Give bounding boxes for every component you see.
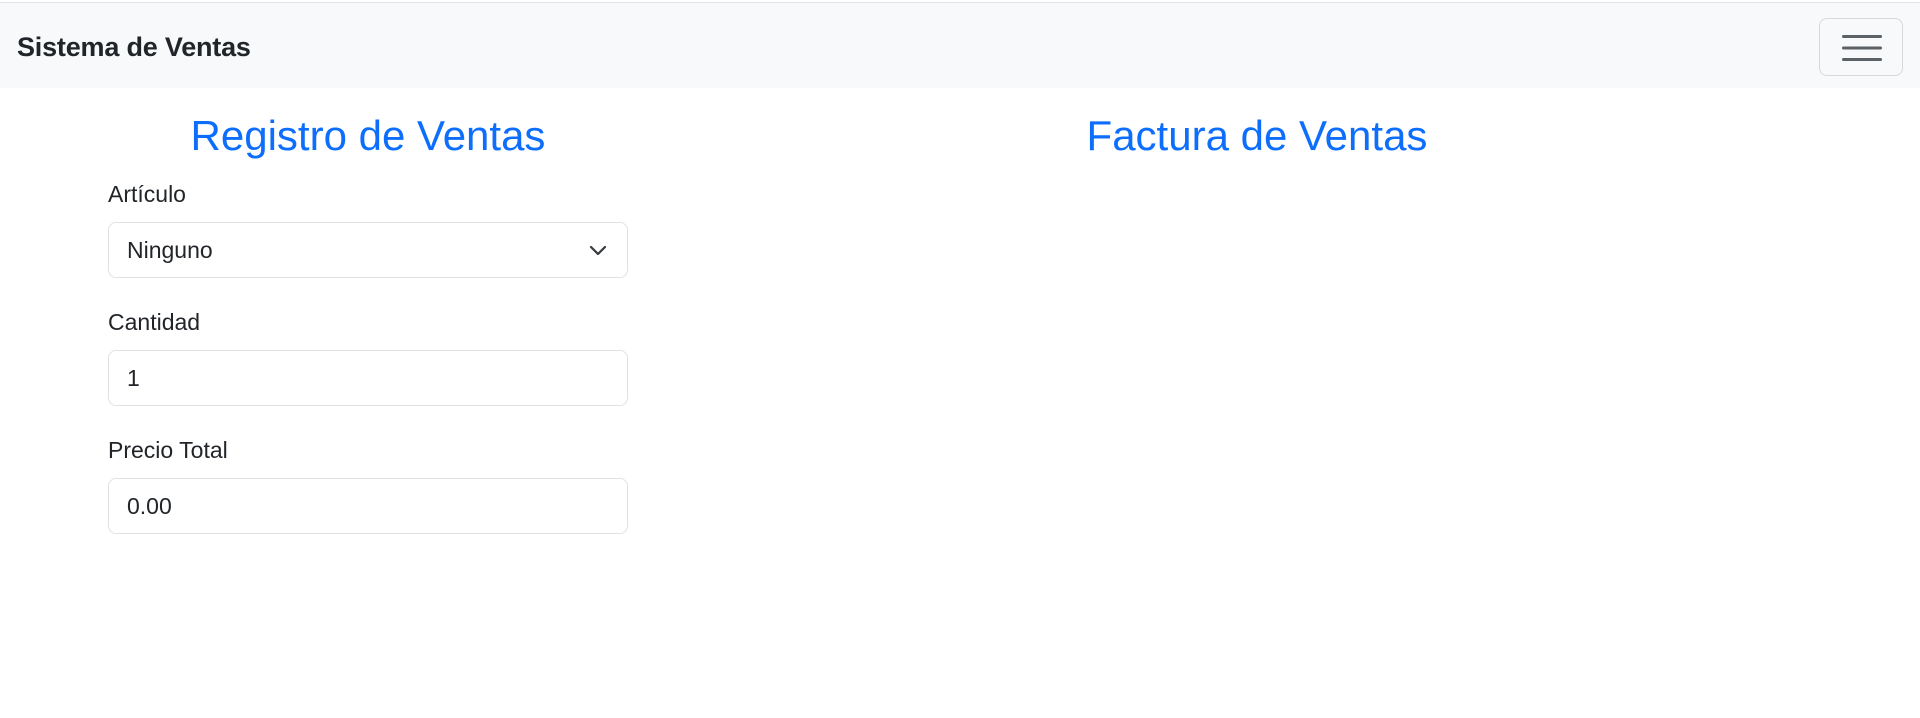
brand-link[interactable]: Sistema de Ventas	[17, 32, 251, 63]
navbar-toggle-button[interactable]	[1819, 18, 1903, 76]
articulo-label: Artículo	[108, 181, 186, 207]
precio-total-input[interactable]: 0.00	[108, 478, 628, 534]
cantidad-input[interactable]: 1	[108, 350, 628, 406]
navbar: Sistema de Ventas	[0, 2, 1920, 88]
cantidad-label: Cantidad	[108, 309, 201, 335]
chevron-down-icon	[589, 245, 607, 256]
hamburger-menu-icon	[1842, 35, 1882, 61]
precio-total-label: Precio Total	[108, 437, 228, 463]
cantidad-value: 1	[127, 364, 140, 391]
registro-title: Registro de Ventas	[190, 112, 546, 159]
factura-title: Factura de Ventas	[1086, 112, 1428, 159]
articulo-select[interactable]: Ninguno	[108, 222, 628, 278]
articulo-selected-value: Ninguno	[127, 236, 213, 263]
precio-total-value: 0.00	[127, 492, 172, 519]
